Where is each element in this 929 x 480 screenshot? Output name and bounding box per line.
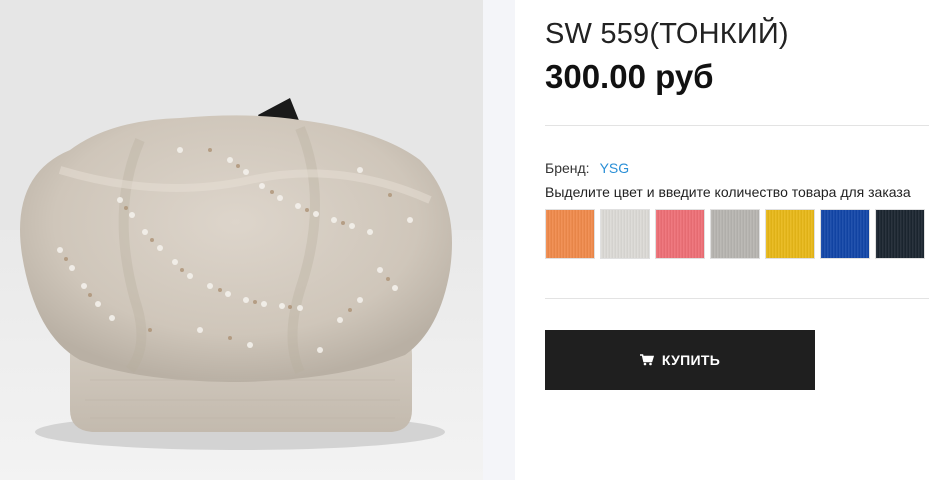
swatch-dark-navy[interactable] [875,209,925,259]
divider [545,298,929,299]
beret-illustration [0,0,483,480]
swatch-mustard[interactable] [765,209,815,259]
product-page: SW 559(ТОНКИЙ) 300.00 руб Бренд: YSG Выде… [0,0,929,480]
color-swatches [545,209,925,259]
divider [545,125,929,126]
buy-button[interactable]: КУПИТЬ [545,330,815,390]
product-price: 300.00 руб [545,58,714,95]
brand-label: Бренд: [545,160,590,176]
swatch-blue[interactable] [820,209,870,259]
brand-row: Бренд: YSG [545,160,629,176]
product-photo [0,0,483,480]
side-strip [483,0,515,480]
swatch-gray-melange[interactable] [710,209,760,259]
color-instruction: Выделите цвет и введите количество товар… [545,184,911,200]
swatch-pink[interactable] [655,209,705,259]
brand-link[interactable]: YSG [600,160,630,176]
cart-icon [639,354,654,366]
buy-button-label: КУПИТЬ [661,352,721,368]
swatch-light-gray[interactable] [600,209,650,259]
swatch-orange[interactable] [545,209,595,259]
product-info: SW 559(ТОНКИЙ) 300.00 руб Бренд: YSG Выде… [545,0,929,480]
product-title: SW 559(ТОНКИЙ) [545,18,789,50]
